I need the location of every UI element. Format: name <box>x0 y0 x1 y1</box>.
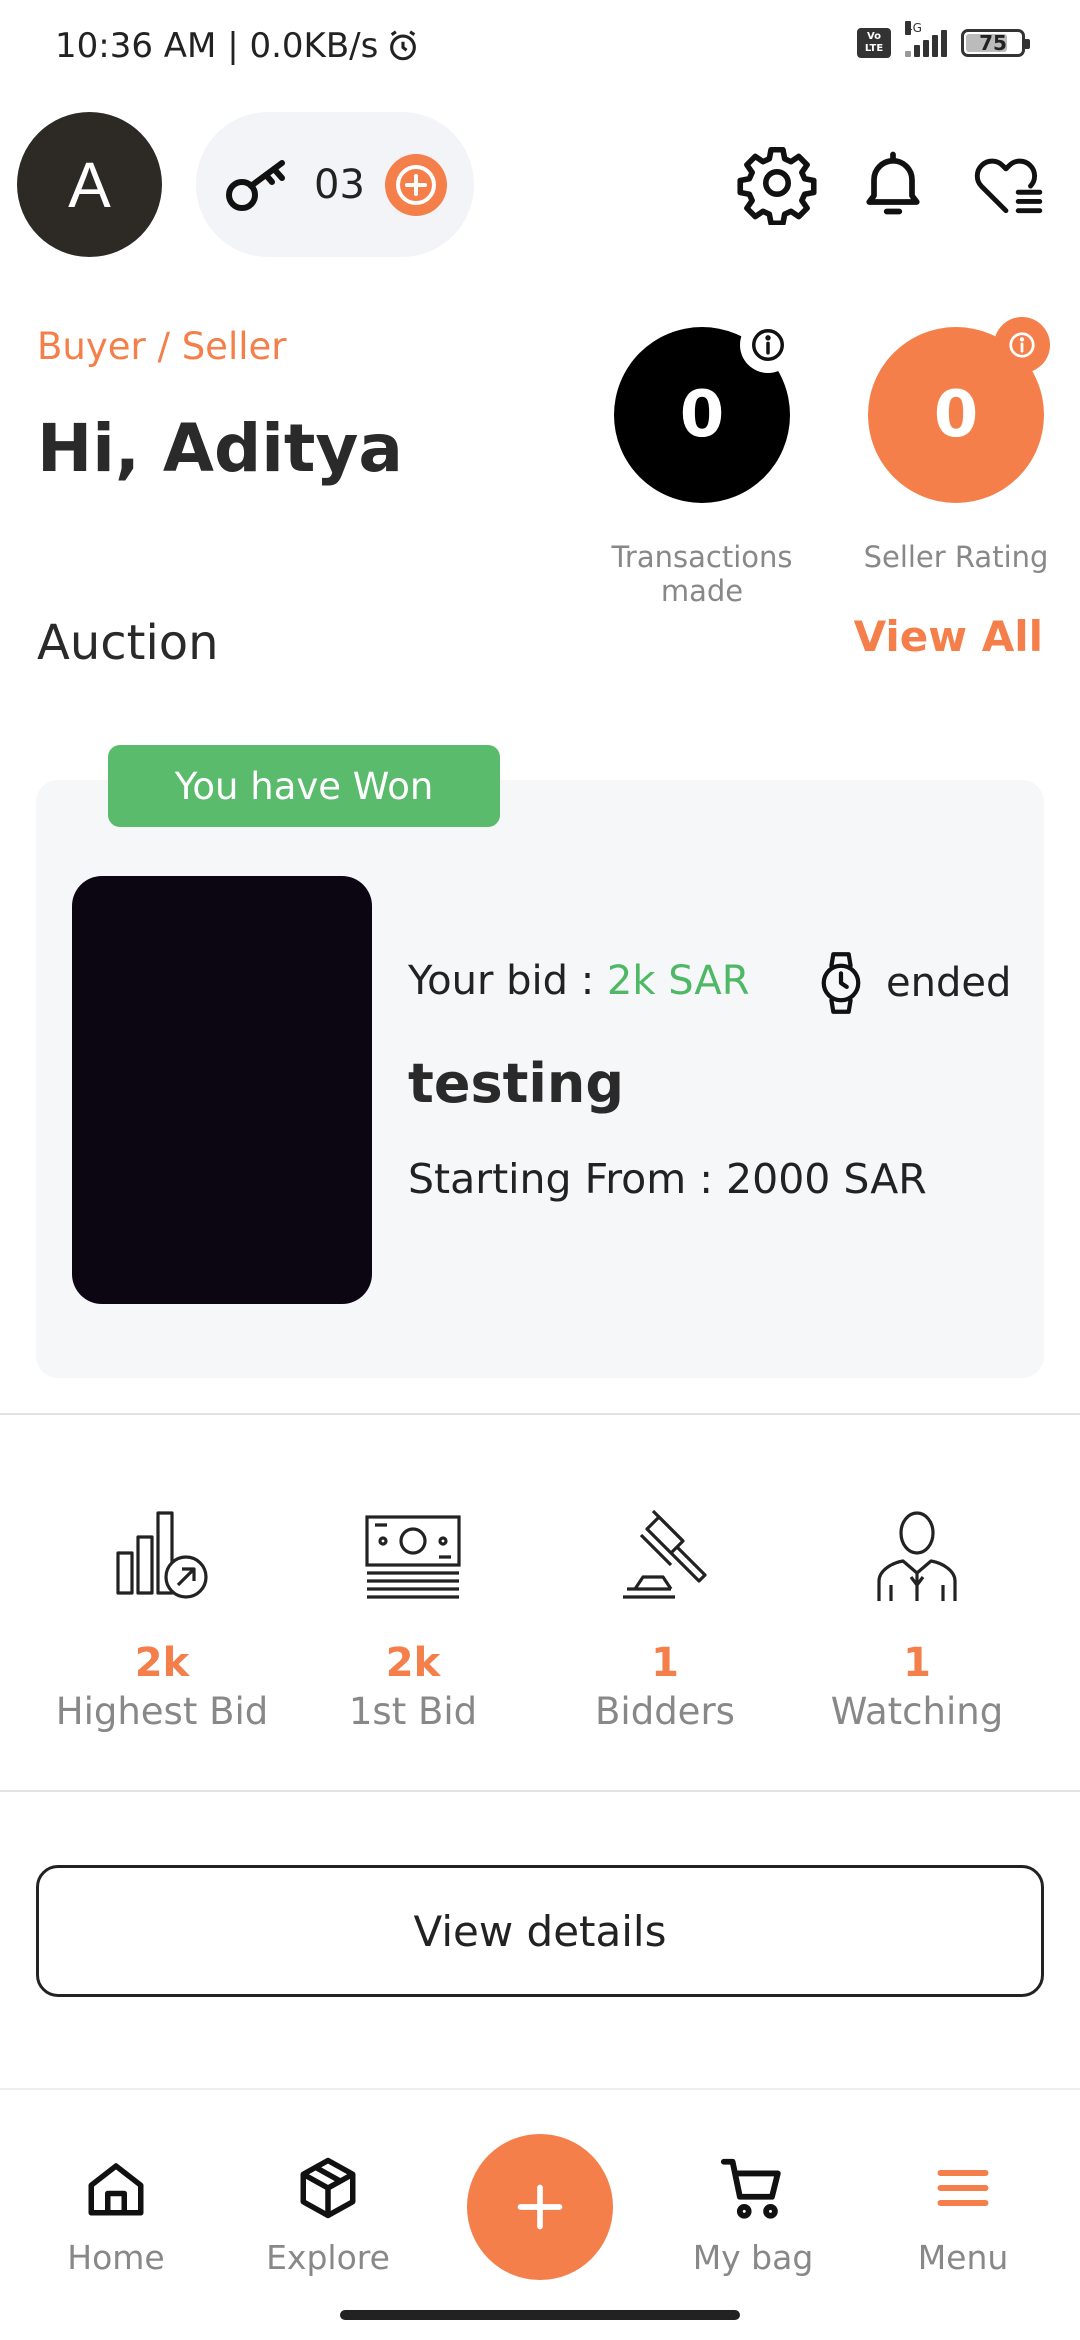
box-icon <box>300 2157 356 2219</box>
nav-label: Menu <box>917 2238 1009 2277</box>
divider <box>0 1413 1080 1415</box>
view-details-button[interactable]: View details <box>36 1865 1044 1997</box>
transactions-value: 0 <box>679 378 725 452</box>
money-icon <box>365 1515 461 1599</box>
menu-icon <box>937 2170 989 2206</box>
key-icon <box>226 159 285 211</box>
home-indicator <box>340 2310 740 2320</box>
plus-circle-icon <box>395 164 436 205</box>
stat-label: Highest Bid <box>55 1690 269 1733</box>
stat-label: 1st Bid <box>348 1690 478 1733</box>
nav-menu[interactable]: Menu <box>873 2150 1053 2277</box>
view-all-link[interactable]: View All <box>854 612 1043 661</box>
stat-first-bid: 2k 1st Bid <box>288 1500 538 1733</box>
transactions-info-button[interactable] <box>740 317 796 373</box>
transactions-circle: 0 <box>614 317 796 503</box>
role-label: Buyer / Seller <box>37 325 287 368</box>
battery-icon: 75 <box>961 29 1030 57</box>
nav-label: My bag <box>692 2238 814 2277</box>
nav-label: Explore <box>266 2238 390 2277</box>
keys-pill[interactable]: 03 <box>196 112 474 257</box>
bar-chart-icon <box>116 1511 208 1599</box>
gear-icon <box>737 146 817 225</box>
bell-icon <box>866 151 920 215</box>
settings-button[interactable] <box>734 140 820 226</box>
status-bar: 10:36 AM | 0.0KB/s Vo LTE 4G 75 <box>0 0 1080 96</box>
starting-price: Starting From : 2000 SAR <box>408 1155 927 1203</box>
gavel-icon <box>623 1509 707 1599</box>
stat-label: Watching <box>830 1690 1004 1733</box>
alarm-icon <box>390 30 417 61</box>
seller-rating-label: Seller Rating <box>863 540 1049 574</box>
top-bar: A 03 <box>0 110 1080 260</box>
watch-icon <box>821 952 861 1014</box>
rating-info-button[interactable] <box>994 317 1050 373</box>
avatar[interactable]: A <box>17 112 162 257</box>
info-icon <box>1009 332 1035 358</box>
status-text: ended <box>886 960 1012 1006</box>
stat-value: 2k <box>385 1640 441 1686</box>
seller-rating-circle: 0 <box>868 317 1050 503</box>
person-icon <box>877 1511 957 1601</box>
nav-label: Home <box>67 2238 165 2277</box>
stat-value: 1 <box>903 1640 931 1686</box>
notifications-button[interactable] <box>850 140 936 226</box>
bid-prefix: Your bid : <box>408 958 607 1004</box>
stat-value: 2k <box>134 1640 190 1686</box>
add-keys-button[interactable] <box>384 153 447 216</box>
wishlist-button[interactable] <box>966 140 1052 226</box>
heart-list-icon <box>974 158 1043 214</box>
stat-value: 1 <box>651 1640 679 1686</box>
battery-level: 75 <box>979 31 1007 55</box>
network-type: 4G <box>905 21 922 35</box>
auction-section-title: Auction <box>37 615 219 671</box>
auction-stats: 2k Highest Bid 2k 1st Bid 1 Bidders 1 Wa… <box>0 1500 1080 1760</box>
item-image[interactable] <box>72 876 372 1304</box>
item-title: testing <box>408 1052 624 1115</box>
divider <box>0 1790 1080 1792</box>
add-listing-button[interactable] <box>467 2134 613 2280</box>
volte-icon: Vo LTE <box>857 28 891 58</box>
info-icon <box>752 329 784 361</box>
stat-label: Bidders <box>595 1690 735 1733</box>
bottom-nav: Home Explore My bag Menu <box>0 2088 1080 2340</box>
seller-rating-value: 0 <box>933 378 979 452</box>
nav-my-bag[interactable]: My bag <box>663 2150 843 2277</box>
auction-status: ended <box>818 950 1011 1016</box>
bid-value: 2k SAR <box>606 958 750 1004</box>
stat-bidders: 1 Bidders <box>540 1500 790 1733</box>
greeting-title: Hi, Aditya <box>37 410 403 487</box>
cart-icon <box>720 2158 781 2219</box>
transactions-label: Transactions made <box>611 540 793 608</box>
stat-highest-bid: 2k Highest Bid <box>37 1500 287 1733</box>
nav-home[interactable]: Home <box>26 2150 206 2277</box>
your-bid: Your bid : 2k SAR <box>408 958 750 1004</box>
signal-icon: 4G <box>905 21 947 57</box>
status-time: 10:36 AM | 0.0KB/s <box>55 26 379 66</box>
home-icon <box>88 2163 144 2216</box>
plus-icon <box>517 2184 563 2230</box>
nav-explore[interactable]: Explore <box>238 2150 418 2277</box>
stat-watching: 1 Watching <box>792 1500 1042 1733</box>
won-badge: You have Won <box>108 745 500 827</box>
keys-count: 03 <box>314 161 365 208</box>
